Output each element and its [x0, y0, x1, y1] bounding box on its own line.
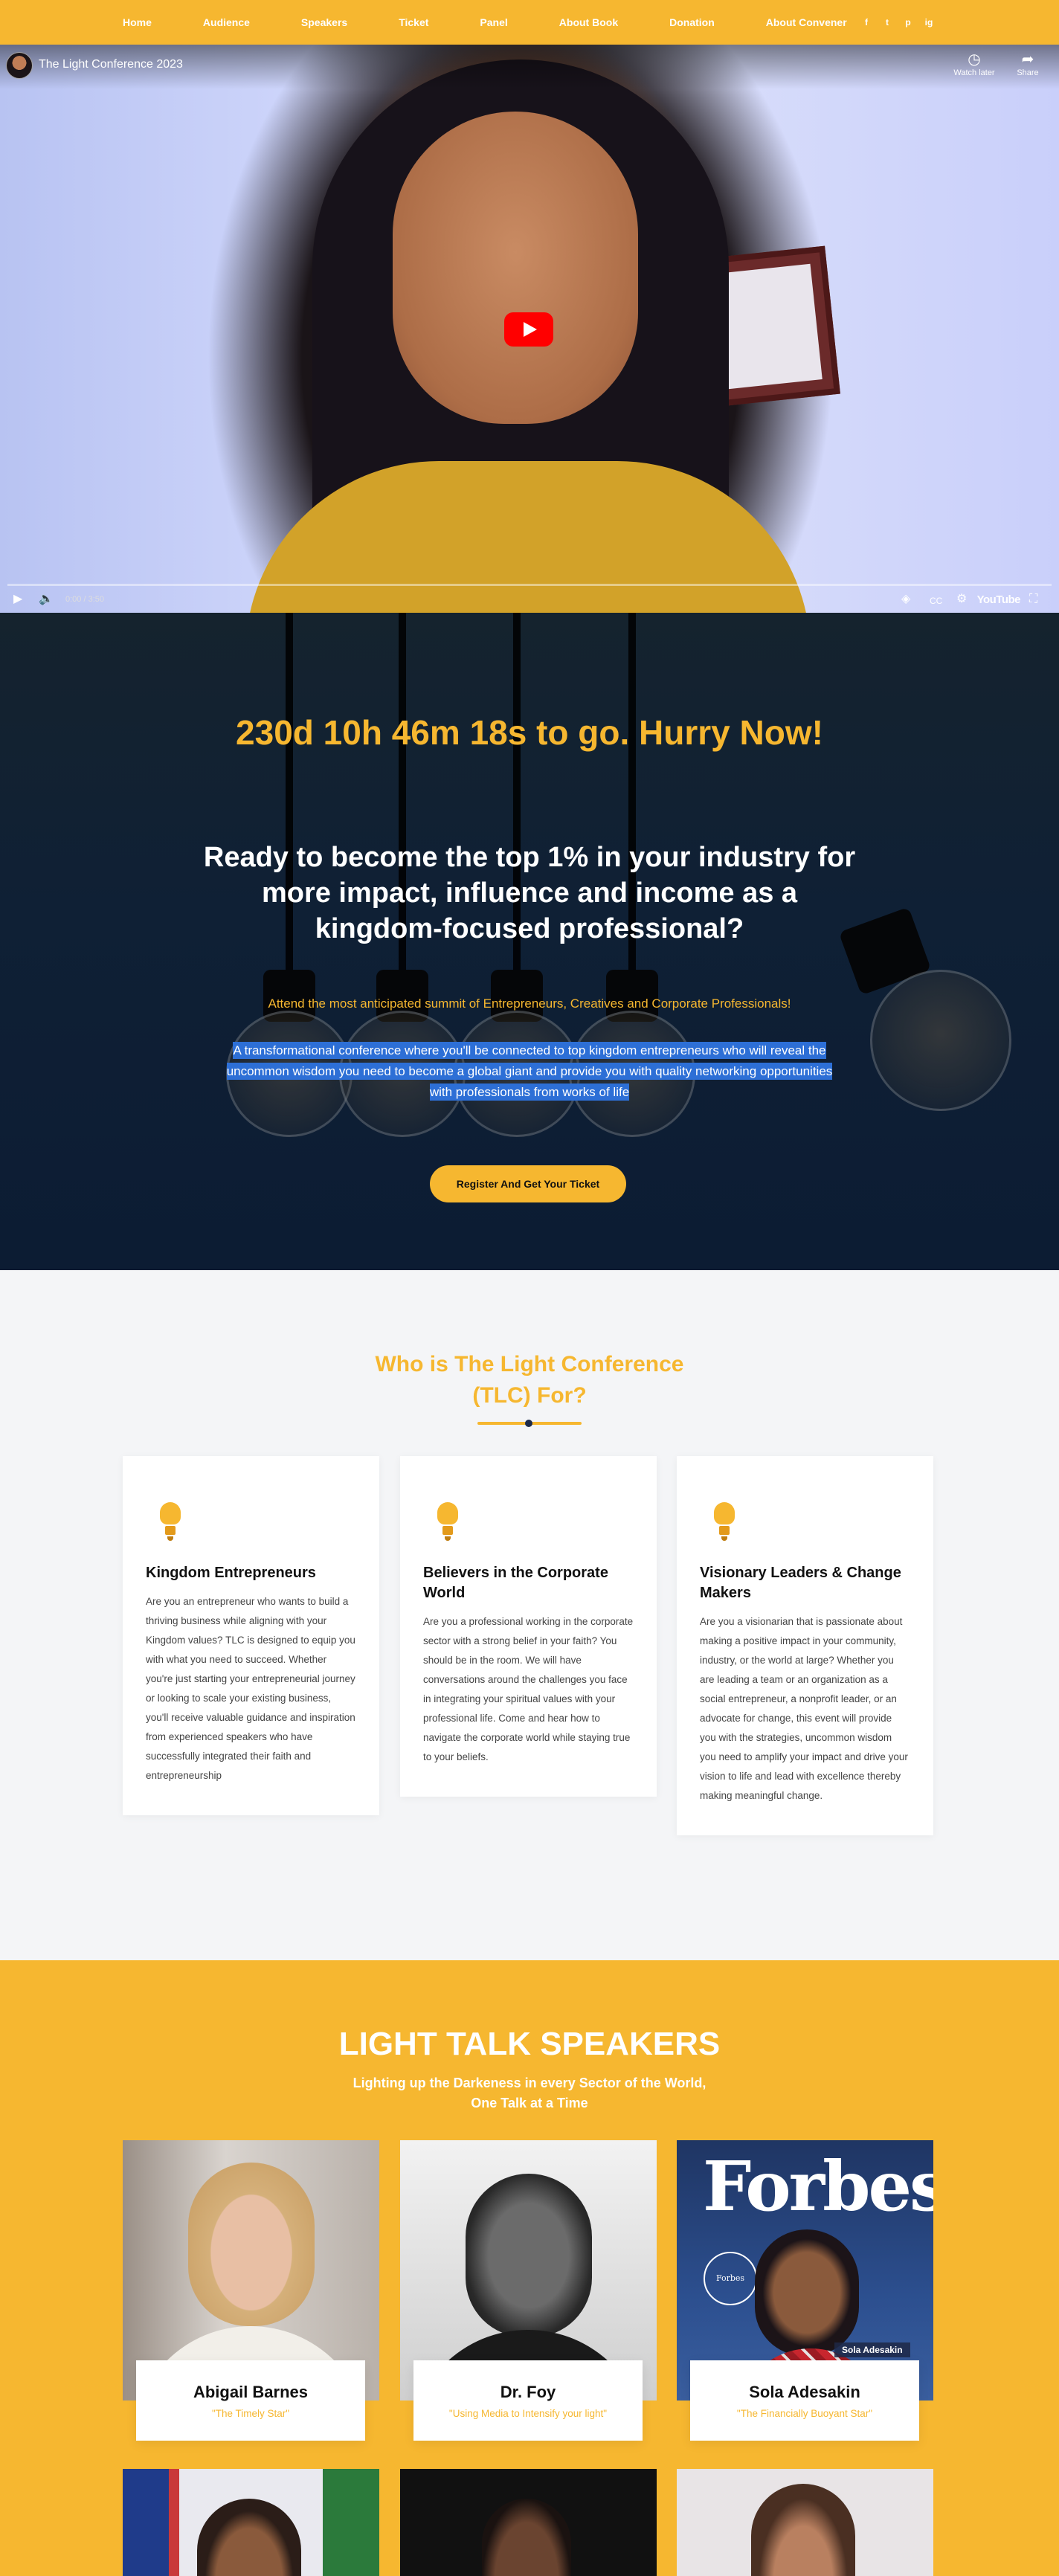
- nav-link-audience[interactable]: Audience: [203, 16, 250, 28]
- nav-link-home[interactable]: Home: [123, 16, 152, 28]
- nav-link-ticket[interactable]: Ticket: [399, 16, 428, 28]
- speaker-head: [755, 2229, 859, 2356]
- title-divider: [477, 1420, 582, 1427]
- nav-link-panel[interactable]: Panel: [480, 16, 507, 28]
- hero-headline: Ready to become the top 1% in your indus…: [203, 842, 856, 944]
- card-title: Believers in the Corporate World: [423, 1565, 608, 1601]
- youtube-video-player[interactable]: The Light Conference 2023 ◷ Watch later …: [0, 45, 1059, 613]
- hero-subheadline: Attend the most anticipated summit of En…: [268, 996, 791, 1011]
- share-label: Share: [1017, 68, 1039, 77]
- video-progress-bar[interactable]: [7, 584, 1052, 586]
- card-title: Visionary Leaders & Change Makers: [700, 1565, 901, 1601]
- pinterest-icon[interactable]: p: [903, 17, 913, 28]
- forbes-masthead: Forbes: [703, 2146, 933, 2226]
- settings-gear-icon[interactable]: ⚙: [956, 593, 967, 606]
- speakers-subtitle: Lighting up the Darkeness in every Secto…: [353, 2076, 706, 2110]
- fullscreen-icon[interactable]: ⛶: [1029, 593, 1037, 606]
- audience-card: Visionary Leaders & Change Makers Are yo…: [677, 1456, 933, 1835]
- share-button[interactable]: ➦ Share: [1005, 51, 1050, 77]
- speaker-tagline: "The Timely Star": [211, 2408, 290, 2419]
- speakers-section: LIGHT TALK SPEAKERS Lighting up the Dark…: [0, 1960, 1059, 2576]
- section-title: Who is The Light Conference (TLC) For?: [375, 1352, 684, 1408]
- play-icon[interactable]: ▶: [13, 593, 22, 606]
- speaker-photo[interactable]: [123, 2469, 379, 2576]
- nav-link-donation[interactable]: Donation: [669, 16, 715, 28]
- speaker-card[interactable]: Sola Adesakin "The Financially Buoyant S…: [690, 2360, 919, 2441]
- speaker-photo[interactable]: [677, 2469, 933, 2576]
- captions-icon[interactable]: CC: [930, 594, 942, 608]
- watch-later-label: Watch later: [953, 68, 995, 77]
- facebook-icon[interactable]: f: [861, 17, 872, 28]
- video-time: 0:00 / 3:50: [65, 595, 104, 604]
- speaker-tagline: "The Financially Buoyant Star": [736, 2408, 873, 2419]
- speaker-head: [466, 2174, 592, 2337]
- card-title: Kingdom Entrepreneurs: [146, 1565, 316, 1581]
- twitter-icon[interactable]: t: [882, 17, 892, 28]
- channel-avatar[interactable]: [6, 52, 33, 79]
- light-bulb-icon: [434, 1502, 461, 1542]
- shield-icon[interactable]: ◈: [901, 593, 910, 606]
- speaker-tagline: "Using Media to Intensify your light": [448, 2408, 608, 2419]
- cover-name-label: Sola Adesakin: [834, 2342, 910, 2357]
- hero-section: 230d 10h 46m 18s to go. Hurry Now! Ready…: [0, 613, 1059, 1270]
- audience-section: Who is The Light Conference (TLC) For? K…: [0, 1270, 1059, 1960]
- card-text: Are you a professional working in the co…: [423, 1616, 634, 1762]
- speaker-name: Dr. Foy: [500, 2383, 556, 2401]
- bulb-cord: [628, 613, 636, 1014]
- social-links: f t p ig: [861, 0, 934, 45]
- countdown-timer: 230d 10h 46m 18s to go. Hurry Now!: [236, 713, 823, 752]
- clock-icon: ◷: [968, 51, 981, 68]
- speaker-head: [482, 2499, 571, 2576]
- audience-card: Kingdom Entrepreneurs Are you an entrepr…: [123, 1456, 379, 1815]
- speaker-card[interactable]: Abigail Barnes "The Timely Star": [136, 2360, 365, 2441]
- hero-description-text: A transformational conference where you'…: [226, 1042, 833, 1101]
- video-title[interactable]: The Light Conference 2023: [39, 58, 183, 71]
- audience-card: Believers in the Corporate World Are you…: [400, 1456, 657, 1797]
- hero-description: A transformational conference where you'…: [217, 1040, 842, 1103]
- watch-later-button[interactable]: ◷ Watch later: [952, 51, 997, 77]
- volume-icon[interactable]: 🔈: [39, 593, 54, 606]
- nav-link-speakers[interactable]: Speakers: [301, 16, 347, 28]
- nav-link-about-convener[interactable]: About Convener: [766, 16, 847, 28]
- speaker-name: Sola Adesakin: [749, 2383, 860, 2401]
- instagram-icon[interactable]: ig: [924, 17, 934, 28]
- youtube-logo[interactable]: YouTube: [977, 593, 1021, 606]
- light-bulb-icon: [157, 1502, 184, 1542]
- card-text: Are you an entrepreneur who wants to bui…: [146, 1596, 355, 1781]
- speaker-head: [751, 2484, 855, 2576]
- bulb-cord: [286, 613, 293, 1014]
- speaker-name: Abigail Barnes: [193, 2383, 309, 2401]
- bulb-cord: [513, 613, 521, 1014]
- play-button[interactable]: [504, 312, 553, 347]
- nav-links: Home Audience Speakers Ticket Panel Abou…: [123, 0, 898, 45]
- card-text: Are you a visionarian that is passionate…: [700, 1616, 908, 1801]
- share-icon: ➦: [1021, 51, 1034, 68]
- video-controls: ▶ 🔈 0:00 / 3:50 ◈ CC ⚙ YouTube ⛶: [0, 587, 1059, 613]
- bulb-cord: [399, 613, 406, 1014]
- light-bulb-image: [870, 970, 1011, 1111]
- top-navbar: Home Audience Speakers Ticket Panel Abou…: [0, 0, 1059, 45]
- register-ticket-button[interactable]: Register And Get Your Ticket: [430, 1165, 626, 1202]
- speakers-title: LIGHT TALK SPEAKERS: [338, 2026, 721, 2062]
- speaker-card[interactable]: Dr. Foy "Using Media to Intensify your l…: [413, 2360, 643, 2441]
- video-subject-face: [393, 112, 638, 424]
- video-top-bar: The Light Conference 2023 ◷ Watch later …: [0, 45, 1059, 89]
- light-bulb-icon: [711, 1502, 738, 1542]
- forbes-badge: Forbes: [704, 2252, 757, 2305]
- speaker-head: [188, 2163, 315, 2326]
- nav-link-about-book[interactable]: About Book: [559, 16, 618, 28]
- speaker-head: [197, 2499, 301, 2576]
- speaker-photo[interactable]: [400, 2469, 657, 2576]
